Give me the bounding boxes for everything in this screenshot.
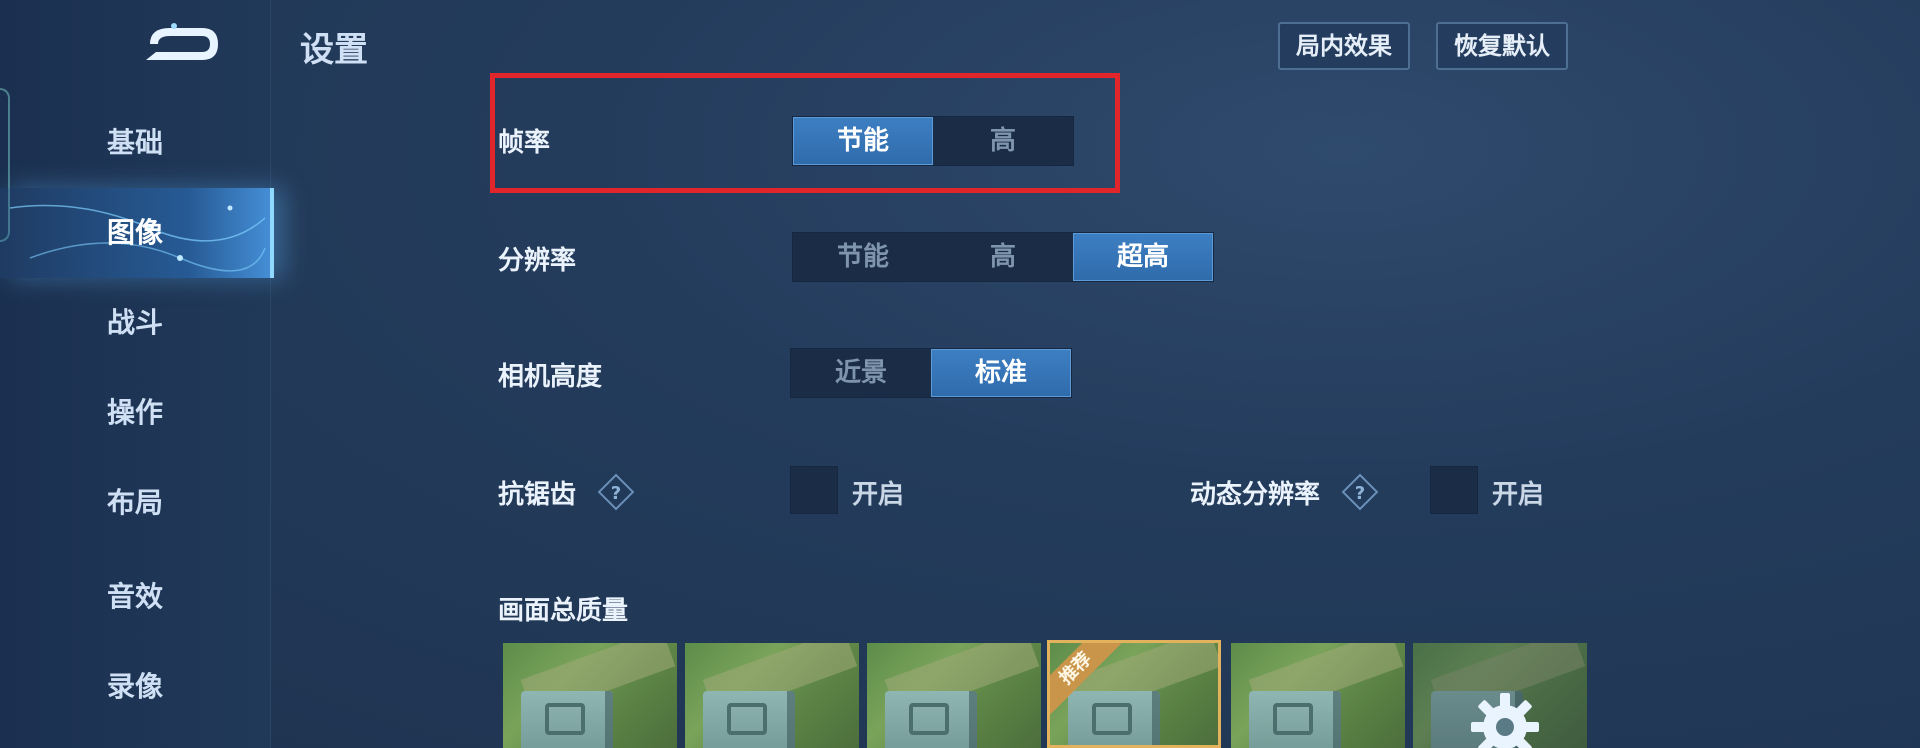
dynamic-resolution-label: 动态分辨率 [1190,480,1321,510]
sidebar-item-layout[interactable]: 布局 [0,458,270,548]
sidebar-item-label: 基础 [106,126,163,159]
sidebar-item-basic[interactable]: 基础 [0,98,270,188]
quality-preset-thumbnail[interactable] [867,643,1041,748]
quality-preset-custom[interactable] [1413,643,1587,748]
camera-height-option-close[interactable]: 近景 [791,349,931,397]
sidebar-item-graphics[interactable]: 图像 [0,188,274,278]
thumbnail-rune [909,703,949,735]
help-icon[interactable]: ? [596,472,636,512]
quality-preset-thumbnail[interactable] [1231,643,1405,748]
camera-height-option-standard[interactable]: 标准 [931,349,1071,397]
anti-aliasing-label: 抗锯齿 [498,480,577,510]
resolution-selector: 节能 高 超高 [792,232,1214,282]
thumbnail-rune [727,703,767,735]
camera-height-label: 相机高度 [498,362,603,392]
frame-rate-label: 帧率 [498,128,551,158]
camera-height-selector: 近景 标准 [790,348,1072,398]
quality-preset-thumbnail-recommended[interactable]: 推荐 [1047,640,1221,748]
quality-preset-thumbnail[interactable] [503,643,677,748]
anti-aliasing-toggle-label: 开启 [852,480,905,510]
resolution-option-ultra[interactable]: 超高 [1073,233,1213,281]
sidebar-item-label: 音效 [106,580,163,613]
help-icon[interactable]: ? [1340,472,1380,512]
frame-rate-option-power-saving[interactable]: 节能 [793,117,933,165]
back-icon[interactable] [140,22,224,66]
sidebar-item-replay[interactable]: 录像 [0,642,270,732]
page-title: 设置 [300,30,368,70]
thumbnail-rune [1092,703,1132,735]
sidebar-item-label: 布局 [106,486,163,519]
gear-icon [1471,693,1539,748]
sidebar-item-sound[interactable]: 音效 [0,552,270,642]
svg-text:?: ? [1355,483,1365,504]
resolution-option-power-saving[interactable]: 节能 [793,233,933,281]
sidebar-item-battle[interactable]: 战斗 [0,278,270,368]
sidebar-item-label: 图像 [106,216,163,249]
resolution-label: 分辨率 [498,246,577,276]
resolution-option-high[interactable]: 高 [933,233,1073,281]
overall-quality-label: 画面总质量 [498,596,629,626]
anti-aliasing-checkbox[interactable] [790,466,838,514]
quality-preset-thumbnail[interactable] [685,643,859,748]
svg-text:?: ? [611,483,621,504]
dynamic-resolution-checkbox[interactable] [1430,466,1478,514]
thumbnail-rune [545,703,585,735]
sidebar: 基础 图像 战斗 操作 布局 音效 录像 [0,0,274,748]
sidebar-item-label: 操作 [106,396,163,429]
in-game-effects-button[interactable]: 局内效果 [1278,22,1410,70]
restore-defaults-button[interactable]: 恢复默认 [1436,22,1568,70]
sidebar-item-label: 录像 [106,670,163,703]
sidebar-item-controls[interactable]: 操作 [0,368,270,458]
frame-rate-selector: 节能 高 [792,116,1074,166]
frame-rate-option-high[interactable]: 高 [933,117,1073,165]
thumbnail-rune [1273,703,1313,735]
dynamic-resolution-toggle-label: 开启 [1492,480,1545,510]
sidebar-item-label: 战斗 [106,306,163,339]
